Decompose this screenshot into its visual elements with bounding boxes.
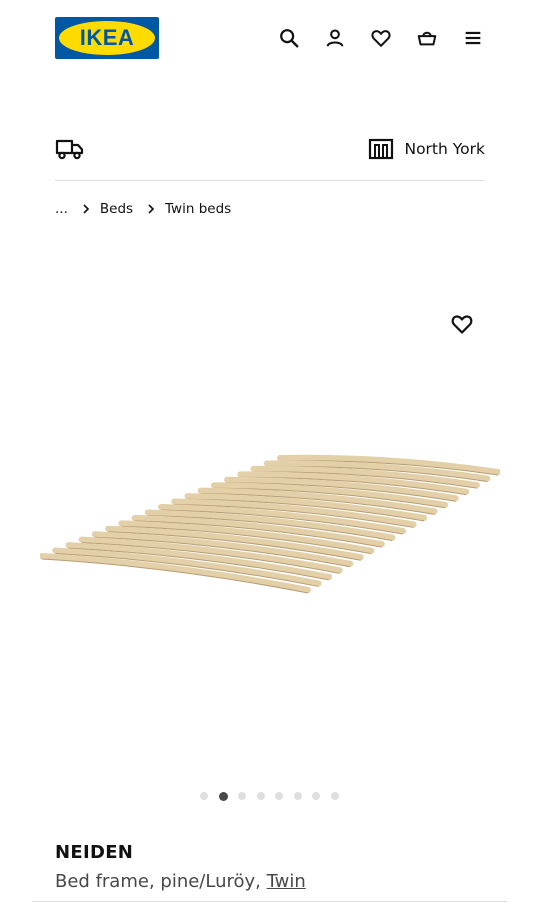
store-selector[interactable]: North York bbox=[368, 132, 485, 166]
carousel-dot[interactable] bbox=[238, 792, 246, 800]
store-icon bbox=[369, 138, 394, 160]
wishlist-icon[interactable] bbox=[367, 24, 395, 52]
carousel-dot[interactable] bbox=[200, 792, 208, 800]
breadcrumb: ... Beds Twin beds bbox=[55, 198, 231, 220]
menu-icon[interactable] bbox=[459, 24, 487, 52]
product-variant-link[interactable]: Twin bbox=[267, 871, 306, 892]
ikea-logo[interactable]: IKEA bbox=[55, 17, 159, 59]
divider bbox=[32, 901, 507, 902]
heart-outline-icon bbox=[451, 315, 473, 334]
delivery-store-row: North York bbox=[55, 132, 485, 166]
divider bbox=[55, 180, 485, 181]
basket-icon[interactable] bbox=[413, 24, 441, 52]
carousel-dot[interactable] bbox=[312, 792, 320, 800]
product-image[interactable] bbox=[40, 450, 500, 600]
breadcrumb-ellipsis[interactable]: ... bbox=[55, 201, 68, 217]
chevron-right-icon bbox=[148, 204, 155, 214]
product-description-text: Bed frame, pine/Luröy, bbox=[55, 871, 261, 892]
search-icon[interactable] bbox=[275, 24, 303, 52]
carousel-dot[interactable] bbox=[275, 792, 283, 800]
header: IKEA bbox=[0, 0, 540, 80]
chevron-right-icon bbox=[83, 204, 90, 214]
truck-icon[interactable] bbox=[55, 137, 85, 161]
account-icon[interactable] bbox=[321, 24, 349, 52]
add-to-favorites-button[interactable] bbox=[448, 310, 476, 338]
carousel-dot[interactable] bbox=[218, 791, 228, 801]
logo-text: IKEA bbox=[79, 25, 135, 50]
carousel-dot[interactable] bbox=[330, 792, 339, 800]
product-description: Bed frame, pine/Luröy, Twin bbox=[55, 871, 306, 892]
image-carousel-dots bbox=[200, 790, 349, 802]
breadcrumb-twin-beds[interactable]: Twin beds bbox=[165, 201, 231, 217]
carousel-dot[interactable] bbox=[293, 792, 302, 800]
store-name: North York bbox=[404, 140, 485, 158]
carousel-dot[interactable] bbox=[256, 792, 265, 800]
breadcrumb-beds[interactable]: Beds bbox=[100, 201, 133, 217]
product-name: NEIDEN bbox=[55, 842, 134, 863]
